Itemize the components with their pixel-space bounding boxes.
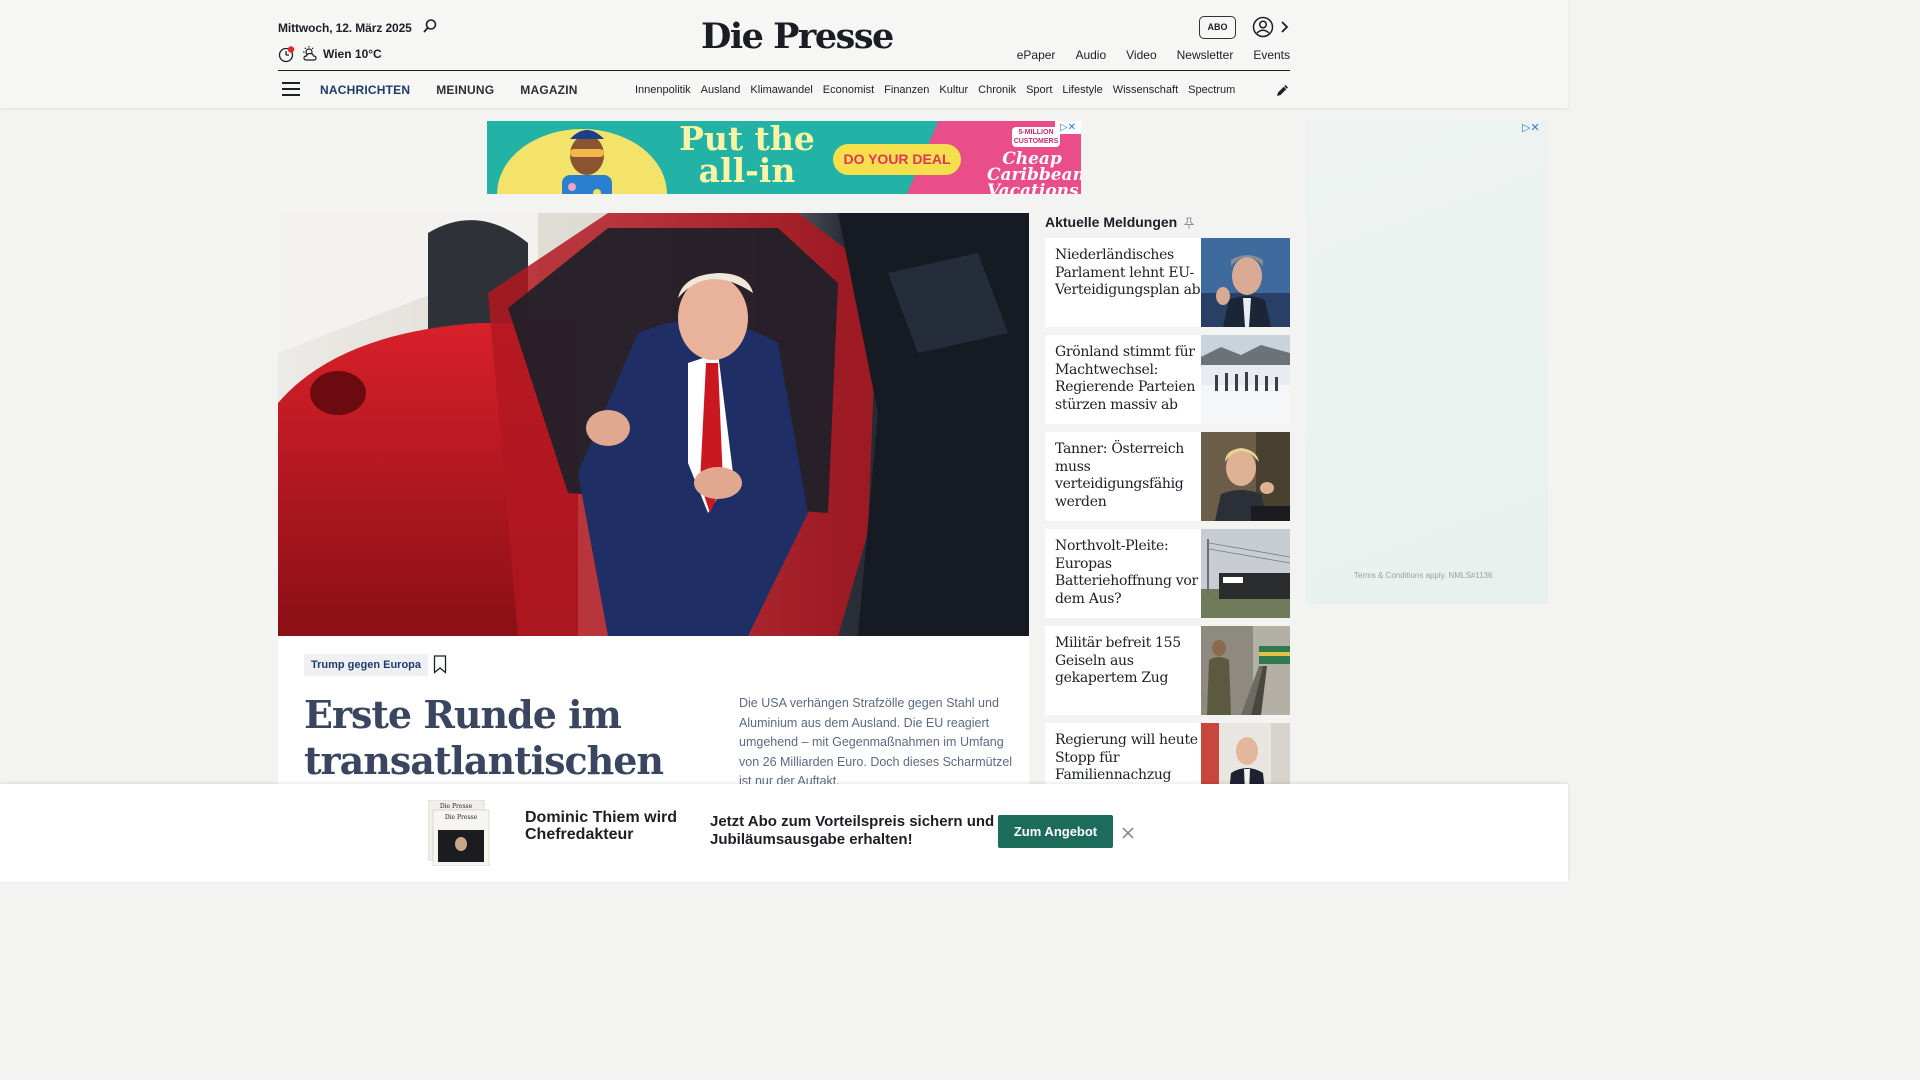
search-icon[interactable] [422,18,438,34]
weather-label[interactable]: Wien 10°C [323,47,382,61]
sub-nav: Innenpolitik Ausland Klimawandel Economi… [635,84,1257,96]
link-events[interactable]: Events [1253,48,1290,62]
close-icon[interactable] [1121,826,1135,840]
nav-magazin[interactable]: MAGAZIN [520,83,577,97]
pencil-icon[interactable] [1275,83,1290,98]
paper-logo: Die Presse [440,803,473,810]
top-links: ePaper Audio Video Newsletter Events [997,48,1290,62]
weather-icon [303,46,317,61]
ad-badge: 5-MILLION CUSTOMERS [1012,127,1060,147]
hero-lead: Die USA verhängen Strafzölle gegen Stahl… [739,696,1013,788]
news-item-title: Regierung will heute Stopp für Familienn… [1055,732,1198,783]
ad-brand: Cheap Caribbean Vacations [987,149,1081,195]
ad-banner[interactable]: Put the all-in DO YOUR DEAL 5-MILLION CU… [487,121,1081,194]
menu-icon[interactable] [282,82,300,96]
ad-person-image [562,130,612,194]
ad-close-icon[interactable]: ▷✕ [1055,121,1081,134]
link-newsletter[interactable]: Newsletter [1177,48,1234,62]
subnav-lifestyle[interactable]: Lifestyle [1062,84,1102,96]
subscription-promo-banner: Die Presse Die Presse Dominic Thiem wird… [0,784,1568,882]
subnav-sport[interactable]: Sport [1026,84,1052,96]
skyscraper-ad[interactable] [1306,118,1548,604]
subnav-wissenschaft[interactable]: Wissenschaft [1113,84,1178,96]
link-audio[interactable]: Audio [1075,48,1106,62]
sidebar-list: Niederländisches Parlament lehnt EU-Vert… [1045,238,1290,820]
hero-image[interactable] [278,213,1029,636]
notification-clock-icon[interactable] [278,46,295,63]
subnav-klimawandel[interactable]: Klimawandel [750,84,812,96]
promo-offer-button[interactable]: Zum Angebot [998,815,1113,848]
nav-nachrichten[interactable]: NACHRICHTEN [320,83,410,97]
news-item-image [1201,238,1290,327]
news-item[interactable]: Militär befreit 155 Geiseln aus gekapert… [1045,626,1290,715]
ad-cta-button[interactable]: DO YOUR DEAL [833,144,961,175]
news-item-title: Northvolt-Pleite: Europas Batteriehoffnu… [1055,538,1198,607]
news-item-title: Militär befreit 155 Geiseln aus gekapert… [1055,635,1181,686]
news-item-title: Tanner: Österreich muss verteidigungsfäh… [1055,441,1184,510]
topic-tag[interactable]: Trump gegen Europa [304,654,429,676]
promo-text: Jetzt Abo zum Vorteilspreis sichern und … [710,813,995,848]
news-item[interactable]: Niederländisches Parlament lehnt EU-Vert… [1045,238,1290,327]
news-item-image [1201,626,1290,715]
news-item-image [1201,335,1290,424]
abo-button[interactable]: ABO [1199,16,1236,39]
bookmark-icon[interactable] [433,655,447,674]
subnav-chronik[interactable]: Chronik [978,84,1016,96]
news-item-title: Niederländisches Parlament lehnt EU-Vert… [1055,247,1201,298]
subnav-fade [1233,78,1263,102]
news-item-image [1201,432,1290,521]
news-item[interactable]: Grönland stimmt für Machtwechsel: Regier… [1045,335,1290,424]
site-header: Mittwoch, 12. März 2025 Wien 10°C Die Pr… [0,0,1568,108]
sidebar-title: Aktuelle Meldungen [1045,214,1178,230]
header-divider [278,70,1290,71]
news-item[interactable]: Tanner: Österreich muss verteidigungsfäh… [1045,432,1290,521]
main-nav: NACHRICHTEN MEINUNG MAGAZIN [320,83,604,97]
subnav-kultur[interactable]: Kultur [939,84,968,96]
current-date: Mittwoch, 12. März 2025 [278,21,412,35]
link-video[interactable]: Video [1126,48,1156,62]
user-account-icon[interactable] [1252,16,1274,38]
subnav-finanzen[interactable]: Finanzen [884,84,929,96]
site-logo[interactable]: Die Presse [701,16,894,57]
subnav-innenpolitik[interactable]: Innenpolitik [635,84,691,96]
subnav-ausland[interactable]: Ausland [701,84,741,96]
paper-logo: Die Presse [445,814,478,821]
pin-icon [1183,217,1195,229]
subnav-economist[interactable]: Economist [823,84,874,96]
sky-ad-close-icon[interactable]: ▷✕ [1522,121,1540,134]
link-epaper[interactable]: ePaper [1017,48,1056,62]
hero-headline[interactable]: Erste Runde im transatlantischen [304,692,714,784]
promo-headline: Dominic Thiem wird Chefredakteur [525,809,678,843]
sky-ad-terms: Terms & Conditions apply. NMLS#1136 [1354,571,1493,580]
newspaper-image: Die Presse Die Presse [428,800,490,866]
nav-meinung[interactable]: MEINUNG [436,83,494,97]
news-item-title: Grönland stimmt für Machtwechsel: Regier… [1055,344,1196,413]
chevron-right-icon[interactable] [1279,18,1289,36]
news-item-image [1201,529,1290,618]
news-item[interactable]: Northvolt-Pleite: Europas Batteriehoffnu… [1045,529,1290,618]
ad-headline: Put the all-in [679,121,815,190]
hero-article-card[interactable]: Trump gegen Europa Erste Runde im transa… [278,636,1029,788]
subnav-spectrum[interactable]: Spectrum [1188,84,1235,96]
